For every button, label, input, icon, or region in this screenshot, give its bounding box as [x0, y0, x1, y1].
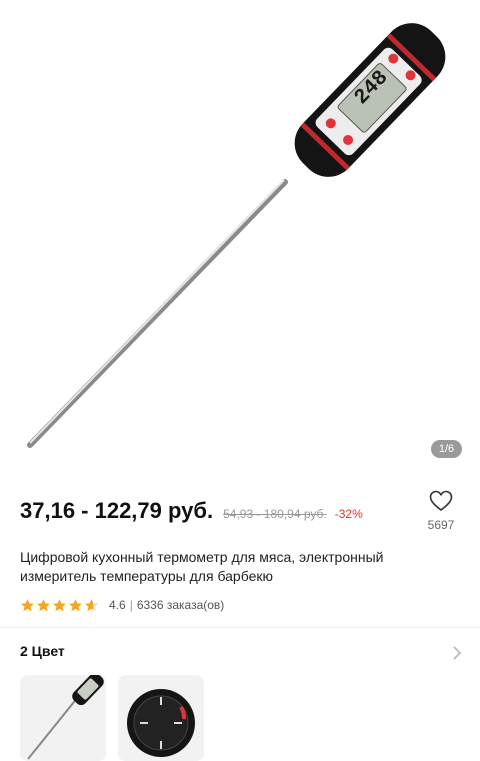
discount-badge: -32%	[334, 507, 363, 521]
star-half-icon	[84, 598, 99, 611]
rating-row[interactable]: 4.6 | 6336 заказа(ов)	[20, 596, 224, 614]
star-icon	[20, 598, 35, 611]
price-row: 37,16 - 122,79 руб. 54,93 - 180,94 руб. …	[20, 498, 363, 532]
product-title: Цифровой кухонный термометр для мяса, эл…	[20, 549, 384, 584]
star-icon	[52, 598, 67, 611]
dial-thermometer-thumbnail	[127, 689, 195, 757]
product-image-gallery[interactable]: 248 1/6	[0, 0, 480, 468]
color-option-dial[interactable]	[118, 675, 204, 761]
chevron-right-icon	[453, 646, 462, 660]
current-price: 37,16 - 122,79 руб.	[20, 498, 214, 523]
divider	[0, 627, 480, 628]
color-title: 2 Цвет	[20, 643, 65, 659]
star-icon	[68, 598, 83, 611]
thermometer-image: 248	[27, 23, 446, 448]
color-selector[interactable]: 2 Цвет	[20, 643, 465, 665]
star-rating	[20, 598, 99, 613]
color-option-probe[interactable]	[20, 675, 106, 761]
favorites-count: 5697	[427, 518, 455, 532]
favorite-button[interactable]: 5697	[424, 490, 458, 532]
heart-outline-icon	[429, 490, 453, 512]
probe-thermometer-thumbnail	[27, 675, 104, 760]
old-price: 54,93 - 180,94 руб.	[223, 507, 327, 521]
star-icon	[36, 598, 51, 611]
color-options	[20, 675, 204, 761]
separator: |	[129, 598, 133, 612]
rating-value: 4.6	[109, 598, 126, 612]
image-counter: 1/6	[431, 440, 462, 458]
orders-count: 6336 заказа(ов)	[136, 598, 225, 612]
